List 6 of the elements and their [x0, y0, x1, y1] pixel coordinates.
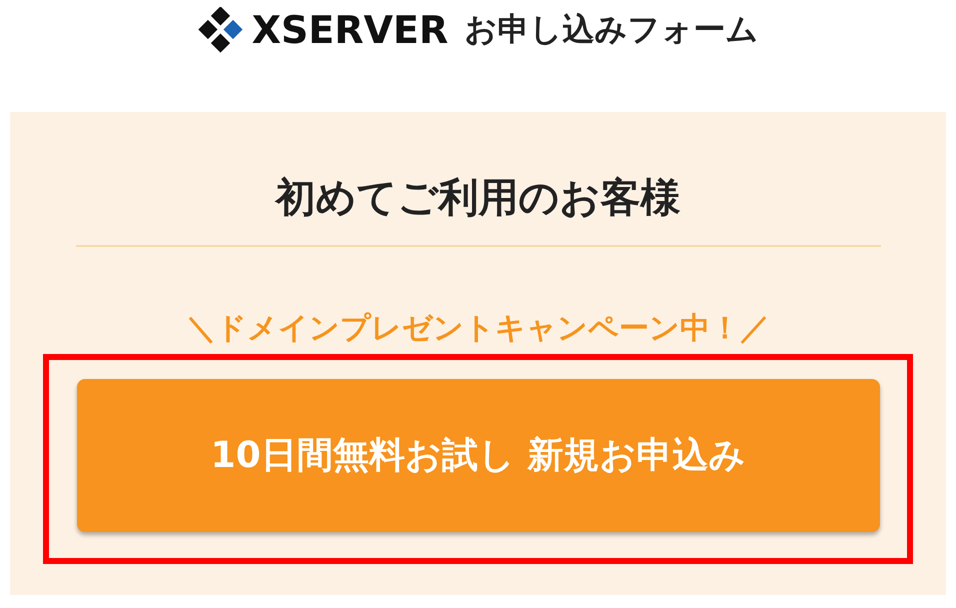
panel-heading: 初めてご利用のお客様	[276, 174, 680, 223]
logo-text: XSERVER	[252, 8, 448, 52]
logo-icon	[198, 7, 244, 53]
form-title: お申し込みフォーム	[464, 9, 758, 50]
campaign-text: ＼ドメインプレゼントキャンペーン中！／	[186, 310, 770, 348]
signup-button[interactable]: 10日間無料お試し 新規お申込み	[76, 378, 880, 532]
